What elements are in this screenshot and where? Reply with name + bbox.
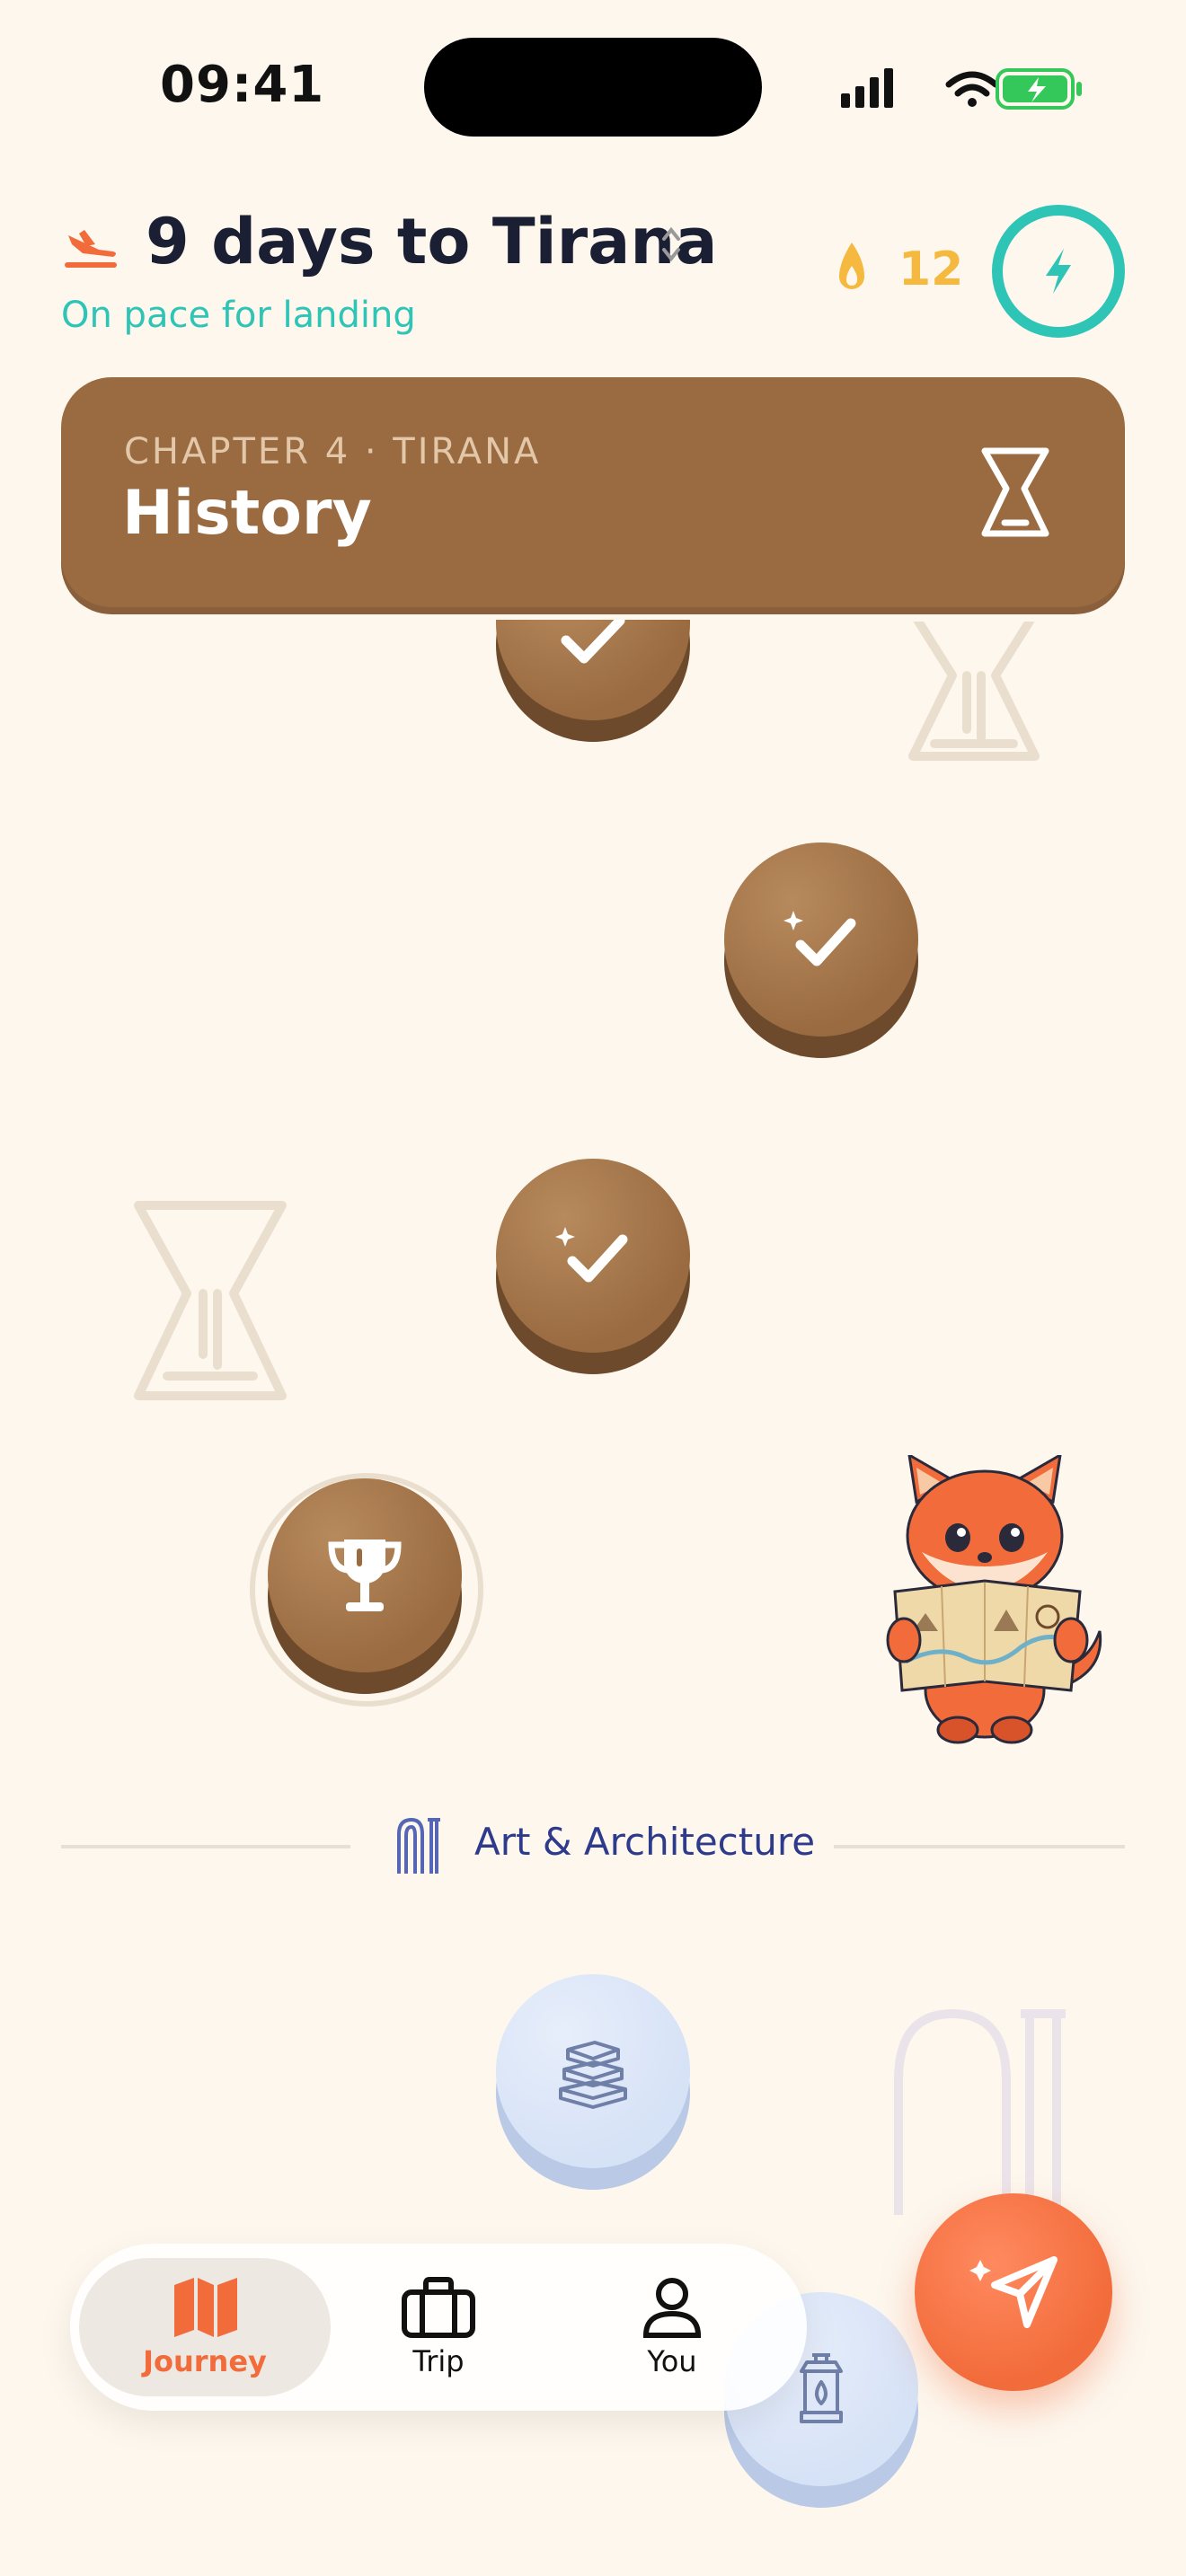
hourglass-decoration-icon: [134, 1201, 287, 1400]
chapter-label: CHAPTER 4 · TIRANA: [124, 431, 542, 472]
check-sparkle-icon: [783, 911, 856, 966]
dynamic-island: [424, 38, 762, 137]
tab-you[interactable]: You: [546, 2258, 798, 2396]
person-icon: [642, 2278, 702, 2338]
tab-trip-label: Trip: [412, 2344, 465, 2378]
hourglass-decoration-icon: [908, 622, 1040, 761]
trophy-icon: [328, 1539, 402, 1611]
divider-line-left: [61, 1845, 350, 1848]
hourglass-icon: [981, 447, 1049, 537]
signal-icon: [841, 68, 893, 108]
battery-icon: [996, 68, 1082, 110]
briefcase-icon: [402, 2277, 475, 2338]
status-icons: [841, 68, 1082, 110]
tab-journey-label: Journey: [143, 2344, 267, 2378]
divider-line-right: [834, 1845, 1125, 1848]
lesson-node-completed[interactable]: [724, 842, 918, 1058]
ask-ai-button[interactable]: [915, 2193, 1112, 2391]
send-sparkle-icon: [969, 2256, 1058, 2328]
bottom-tab-bar: Journey Trip You: [70, 2244, 807, 2411]
section-title: Art & Architecture: [474, 1820, 816, 1864]
streak-count: 12: [898, 243, 964, 296]
map-icon: [174, 2278, 237, 2337]
chevron-up-down-icon[interactable]: [659, 223, 683, 266]
fox-mascot-with-map: [886, 1455, 1102, 1744]
energy-button[interactable]: [992, 205, 1125, 338]
chapter-title: History: [122, 478, 372, 549]
lightning-icon: [1046, 249, 1071, 294]
arch-column-icon: [397, 1817, 440, 1874]
check-icon: [561, 620, 625, 664]
lesson-node-locked[interactable]: [496, 1974, 690, 2190]
check-sparkle-icon: [555, 1227, 628, 1283]
plane-landing-icon: [65, 230, 117, 268]
flame-icon: [839, 243, 864, 289]
wifi-icon: [945, 71, 999, 107]
tab-journey[interactable]: Journey: [79, 2258, 331, 2396]
chapter-trophy-node[interactable]: [268, 1478, 462, 1694]
lesson-node-completed[interactable]: [496, 1159, 690, 1374]
arch-decoration-icon: [894, 2008, 1066, 2215]
tab-trip[interactable]: Trip: [313, 2258, 564, 2396]
books-icon: [559, 2041, 627, 2109]
destination-countdown[interactable]: 9 days to Tirana: [146, 205, 717, 278]
chapter-banner[interactable]: CHAPTER 4 · TIRANA History: [61, 377, 1125, 607]
lantern-icon: [800, 2353, 843, 2423]
tab-you-label: You: [647, 2344, 697, 2378]
pace-status: On pace for landing: [61, 295, 416, 336]
status-time: 09:41: [160, 56, 325, 114]
